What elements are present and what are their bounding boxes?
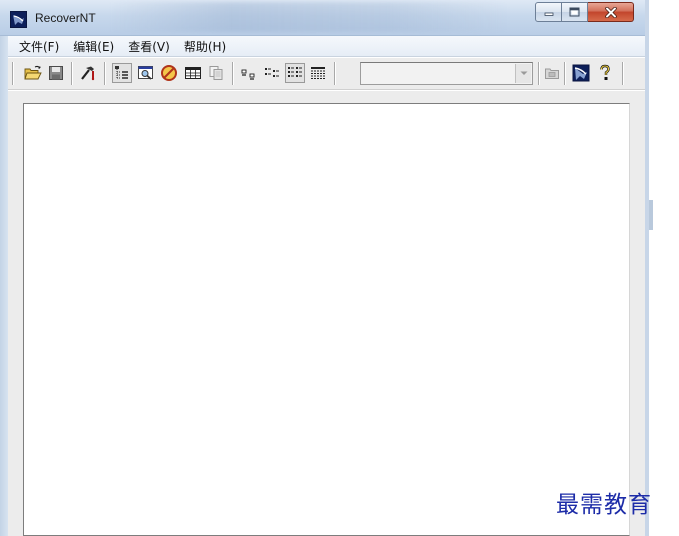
list-button[interactable] <box>285 63 305 83</box>
title-bar[interactable]: RecoverNT <box>0 0 645 36</box>
client-area <box>8 91 645 536</box>
tree-view-icon <box>115 66 128 79</box>
tools-icon <box>81 66 95 81</box>
maximize-button[interactable] <box>562 2 588 22</box>
list-icon <box>288 67 302 77</box>
copy-button[interactable] <box>207 64 225 82</box>
small-icons-icon <box>265 68 279 77</box>
window-frame-edge <box>649 200 653 230</box>
tools-button[interactable] <box>79 64 97 82</box>
minimize-icon <box>544 12 553 16</box>
stop-button[interactable] <box>160 64 178 82</box>
toolbar-separator <box>232 62 234 85</box>
caption-buttons <box>535 2 634 22</box>
drive-select[interactable] <box>360 62 533 85</box>
help-button[interactable] <box>596 64 614 82</box>
save-button[interactable] <box>47 64 65 82</box>
minimize-button[interactable] <box>535 2 562 22</box>
window-title: RecoverNT <box>35 11 96 25</box>
chevron-down-icon <box>520 71 527 75</box>
toolbar-separator <box>334 62 336 85</box>
app-icon[interactable] <box>10 11 27 28</box>
details-button[interactable] <box>309 64 327 82</box>
menu-help[interactable]: 帮助(H) <box>177 38 233 55</box>
large-icons-button[interactable] <box>240 64 258 82</box>
toolbar-separator <box>564 62 566 85</box>
toolbar-separator <box>104 62 106 85</box>
toolbar-separator <box>538 62 540 85</box>
window-frame-left <box>0 36 8 536</box>
about-icon <box>572 64 590 82</box>
large-icons-icon <box>241 69 255 80</box>
toolbar <box>8 58 645 90</box>
about-button[interactable] <box>572 64 590 82</box>
find-button[interactable] <box>137 64 155 82</box>
menu-edit[interactable]: 编辑(E) <box>66 38 121 55</box>
stop-icon <box>161 65 177 81</box>
copy-icon <box>209 66 223 80</box>
help-icon <box>600 64 610 80</box>
maximize-icon <box>569 7 580 17</box>
small-icons-button[interactable] <box>263 64 281 82</box>
save-icon <box>49 66 63 80</box>
details-icon <box>311 67 325 79</box>
drive-select-arrow[interactable] <box>515 64 531 83</box>
folder-up-icon <box>545 68 559 79</box>
close-icon <box>604 6 617 18</box>
find-icon <box>138 66 153 80</box>
toolbar-separator <box>622 62 624 85</box>
recovernt-window: RecoverNT 文件(F) 编辑(E) 查看(V) 帮助(H) 最需教育 <box>0 0 679 536</box>
menu-view[interactable]: 查看(V) <box>121 38 177 55</box>
folder-up-button[interactable] <box>543 64 561 82</box>
toolbar-separator <box>71 62 73 85</box>
menu-file[interactable]: 文件(F) <box>12 38 66 55</box>
grid-button[interactable] <box>184 64 202 82</box>
tree-view-button[interactable] <box>112 63 132 83</box>
toolbar-grip <box>12 62 14 85</box>
grid-icon <box>185 67 201 79</box>
content-panel[interactable] <box>23 103 630 536</box>
menu-bar: 文件(F) 编辑(E) 查看(V) 帮助(H) <box>8 36 645 57</box>
close-button[interactable] <box>588 2 634 22</box>
open-folder-icon <box>24 65 42 80</box>
watermark: 最需教育 <box>556 492 652 518</box>
window-frame-right <box>645 0 649 536</box>
title-bar-background <box>110 2 510 32</box>
open-button[interactable] <box>24 64 42 82</box>
